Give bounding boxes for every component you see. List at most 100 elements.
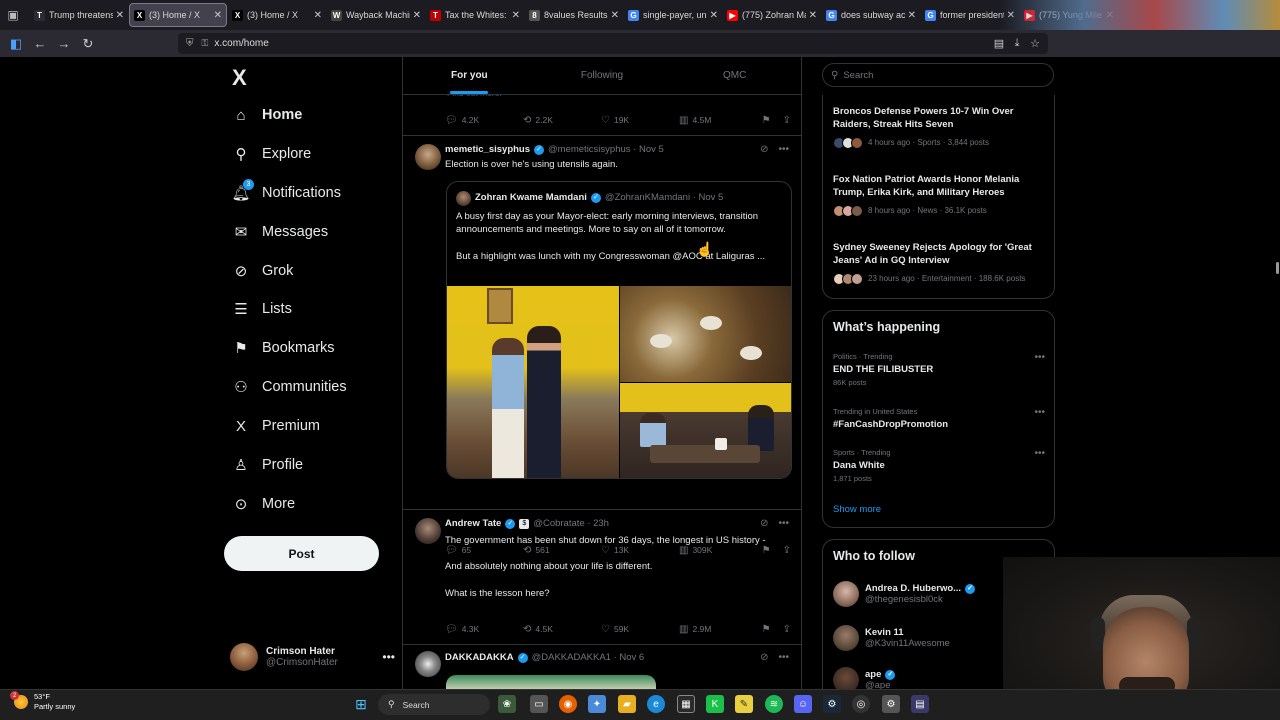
avatar[interactable]	[415, 144, 441, 170]
bookmark-icon[interactable]: ⚑	[762, 115, 771, 126]
photo-food[interactable]	[620, 286, 791, 382]
close-icon[interactable]: ✕	[116, 10, 124, 21]
like-button[interactable]: ♡ 59K	[601, 624, 679, 635]
task-view-icon[interactable]: ▭	[530, 695, 548, 713]
author-handle[interactable]: @memeticsisyphus · Nov 5	[548, 144, 664, 155]
trend-item[interactable]: Trending in United States #FanCashDropPr…	[833, 407, 1045, 430]
tab-for-you[interactable]: For you	[403, 57, 536, 94]
share-icon[interactable]: ⇪	[783, 624, 791, 635]
author-name[interactable]: Andrew Tate	[445, 518, 501, 529]
browser-tab[interactable]: 8 8values Results ✕	[525, 3, 623, 27]
back-icon[interactable]: ←	[28, 30, 52, 57]
taskbar-search[interactable]: ⚲ Search	[378, 694, 490, 715]
discord-icon[interactable]: ☺	[794, 695, 812, 713]
repost-button[interactable]: ⟲ 2.2K	[523, 115, 601, 126]
news-item[interactable]: Sydney Sweeney Rejects Apology for 'Grea…	[833, 241, 1048, 285]
browser-tab[interactable]: X (3) Home / X ✕	[228, 3, 326, 27]
obs-icon[interactable]: ◎	[852, 695, 870, 713]
news-item[interactable]: Fox Nation Patriot Awards Honor Melania …	[833, 173, 1048, 217]
page-info-icon[interactable]: ⚿	[202, 38, 209, 49]
address-bar[interactable]: ⛨ ⚿ x.com/home	[178, 33, 1048, 54]
forward-icon[interactable]: →	[52, 30, 76, 57]
author-handle[interactable]: @Cobratate · 23h	[533, 518, 609, 529]
settings-icon[interactable]: ⚙	[882, 695, 900, 713]
widgets-icon[interactable]: ❀	[498, 695, 516, 713]
tab-following[interactable]: Following	[536, 57, 669, 94]
search-input[interactable]: ⚲ Search	[822, 63, 1054, 87]
views-button[interactable]: ▥ 2.9M	[679, 624, 757, 635]
spotify-icon[interactable]: ≋	[765, 695, 783, 713]
browser-tab[interactable]: Gdoes subway acc ✕	[822, 3, 920, 27]
sidebar-item-profile[interactable]: ♙ Profile	[232, 450, 303, 480]
photo-table[interactable]	[620, 383, 791, 478]
grok-icon[interactable]: ⊘	[760, 144, 768, 155]
grok-icon[interactable]: ⊘	[760, 652, 768, 663]
bookmark-icon[interactable]: ⚑	[762, 624, 771, 635]
close-icon[interactable]: ✕	[413, 10, 421, 21]
reader-view-icon[interactable]: ▤	[990, 33, 1008, 54]
more-icon[interactable]: •••	[1034, 448, 1045, 459]
author-handle[interactable]: @DAKKADAKKA1 · Nov 6	[532, 652, 645, 663]
tab-list-icon[interactable]: ▣	[0, 0, 26, 30]
close-icon[interactable]: ✕	[314, 10, 322, 21]
reload-icon[interactable]: ↻	[76, 30, 100, 57]
browser-tab[interactable]: ▶ (775) Zohran Ma ✕	[723, 3, 821, 27]
bookmark-star-icon[interactable]: ☆	[1026, 33, 1044, 54]
close-icon[interactable]: ✕	[214, 10, 222, 21]
sidebar-item-more[interactable]: ⊙ More	[232, 489, 295, 519]
sidebar-item-notifications[interactable]: 🔔︎ 3 Notifications	[231, 178, 341, 208]
more-icon[interactable]: •••	[778, 144, 789, 155]
quoted-tweet[interactable]: Zohran Kwame Mamdani ✓ @ZohranKMamdani ·…	[446, 181, 792, 479]
more-icon[interactable]: •••	[778, 652, 789, 663]
more-icon[interactable]: •••	[1034, 352, 1045, 363]
like-button[interactable]: ♡ 19K	[601, 115, 679, 126]
sidebar-toggle-icon[interactable]: ◧	[4, 30, 28, 57]
sidebar-item-bookmarks[interactable]: ⚑ Bookmarks	[232, 333, 334, 363]
quote-media[interactable]	[447, 286, 791, 478]
sidebar-item-lists[interactable]: ☰ Lists	[232, 294, 292, 324]
browser-tab[interactable]: W Wayback Machin ✕	[327, 3, 425, 27]
store-icon[interactable]: ▦	[677, 695, 695, 713]
steam-icon[interactable]: ⚙	[823, 695, 841, 713]
sidebar-item-grok[interactable]: ⊘ Grok	[232, 256, 294, 286]
browser-tab[interactable]: T Trump threatens ✕	[30, 3, 128, 27]
close-icon[interactable]: ✕	[908, 10, 916, 21]
repost-button[interactable]: ⟲ 4.5K	[523, 624, 601, 635]
browser-tab[interactable]: T Tax the Whites: Z ✕	[426, 3, 524, 27]
close-icon[interactable]: ✕	[512, 10, 520, 21]
x-logo[interactable]: X	[232, 65, 247, 91]
more-icon[interactable]: •••	[1034, 407, 1045, 418]
close-icon[interactable]: ✕	[611, 10, 619, 21]
account-switcher[interactable]: Crimson Hater @CrimsonHater •••	[230, 639, 395, 675]
more-icon[interactable]: •••	[382, 650, 395, 664]
weather-widget[interactable]: 53°F Partly sunny	[10, 691, 75, 712]
reply-button[interactable]: 💬︎ 4.3K	[445, 624, 523, 635]
photo-couple[interactable]	[447, 286, 619, 478]
author-name[interactable]: DAKKADAKKA	[445, 652, 514, 663]
scrollbar[interactable]	[1276, 262, 1279, 274]
download-icon[interactable]: ⤓	[1008, 33, 1026, 54]
grok-icon[interactable]: ⊘	[760, 518, 768, 529]
kick-icon[interactable]: K	[706, 695, 724, 713]
show-more-link[interactable]: Show more	[833, 504, 881, 515]
edge-icon[interactable]: e	[647, 695, 665, 713]
copilot-icon[interactable]: ✦	[588, 695, 606, 713]
tab-qmc[interactable]: QMC	[668, 57, 801, 94]
reply-button[interactable]: 💬︎ 4.2K	[445, 115, 523, 126]
start-icon[interactable]: ⊞	[352, 695, 370, 713]
sidebar-item-communities[interactable]: ⚇ Communities	[232, 372, 346, 402]
views-button[interactable]: ▥ 4.5M	[679, 115, 757, 126]
avatar[interactable]	[415, 651, 441, 677]
news-item[interactable]: Broncos Defense Powers 10-7 Win Over Rai…	[833, 105, 1048, 149]
sidebar-item-home[interactable]: ⌂ Home	[232, 100, 302, 130]
close-icon[interactable]: ✕	[809, 10, 817, 21]
share-icon[interactable]: ⇪	[783, 115, 791, 126]
close-icon[interactable]: ✕	[710, 10, 718, 21]
notes-icon[interactable]: ✎	[735, 695, 753, 713]
file-explorer-icon[interactable]: ▰	[618, 695, 636, 713]
firefox-icon[interactable]: ◉	[559, 695, 577, 713]
trend-item[interactable]: Sports · Trending Dana White 1,871 posts…	[833, 448, 1045, 483]
more-icon[interactable]: •••	[778, 518, 789, 529]
sidebar-item-premium[interactable]: X Premium	[232, 411, 320, 441]
browser-tab[interactable]: X (3) Home / X ✕	[129, 3, 227, 27]
